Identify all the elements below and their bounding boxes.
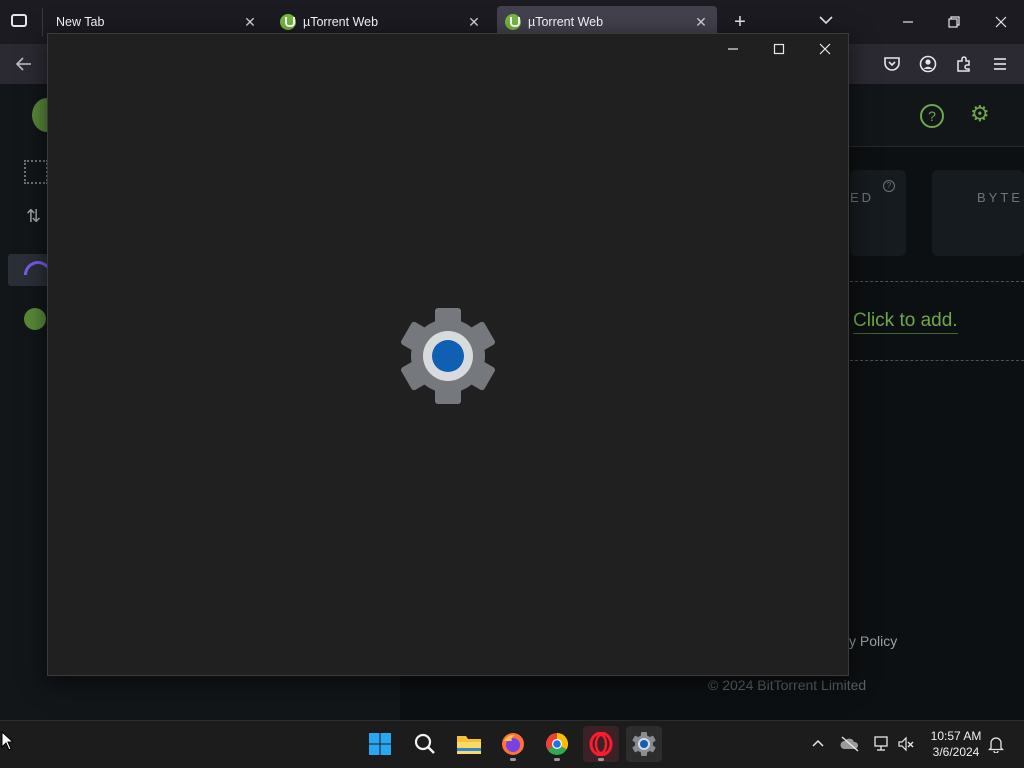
- clock-date: 3/6/2024: [932, 745, 980, 759]
- settings-close-icon[interactable]: [814, 38, 836, 60]
- firefox-icon[interactable]: [495, 726, 531, 762]
- speed-item[interactable]: [8, 254, 52, 286]
- file-explorer-icon[interactable]: [451, 726, 487, 762]
- privacy-policy-link[interactable]: cy Policy: [842, 633, 897, 649]
- menu-icon[interactable]: [990, 54, 1010, 74]
- settings-gear-icon[interactable]: ⚙: [970, 103, 992, 125]
- tab-title: New Tab: [56, 15, 105, 29]
- extensions-icon[interactable]: [954, 54, 974, 74]
- chrome-icon[interactable]: [539, 726, 575, 762]
- list-all-tabs-icon[interactable]: [816, 10, 836, 30]
- notifications-bell-icon[interactable]: [986, 734, 1006, 754]
- tab-list-icon[interactable]: [11, 14, 27, 27]
- tab-close-icon[interactable]: ✕: [240, 12, 260, 32]
- stat-label-bytes: BYTES: [977, 190, 1024, 205]
- tab-separator: [42, 8, 43, 36]
- mouse-cursor-icon: [1, 730, 15, 756]
- start-icon[interactable]: [362, 726, 398, 762]
- tab-close-icon[interactable]: ✕: [691, 12, 711, 32]
- tab-close-icon[interactable]: ✕: [464, 12, 484, 32]
- account-icon[interactable]: [918, 54, 938, 74]
- taskbar-clock[interactable]: 10:57 AM 3/6/2024: [920, 728, 992, 760]
- utorrent-icon[interactable]: [24, 308, 46, 330]
- grid-icon[interactable]: [24, 160, 48, 184]
- settings-minimize-icon[interactable]: [722, 38, 744, 60]
- click-to-add-link[interactable]: Click to add.: [853, 309, 958, 334]
- copyright-text: © 2024 BitTorrent Limited: [708, 677, 867, 693]
- restore-icon[interactable]: [944, 12, 964, 32]
- settings-splash-gear-icon: [401, 308, 495, 404]
- info-icon: ?: [883, 180, 895, 192]
- help-icon[interactable]: ?: [920, 104, 944, 128]
- stat-card-uploaded: [850, 170, 906, 256]
- settings-icon[interactable]: [626, 726, 662, 762]
- show-hidden-icons-chevron-icon[interactable]: [808, 734, 828, 754]
- stat-label-uploaded: ED: [850, 190, 875, 205]
- onedrive-offline-icon[interactable]: [840, 734, 860, 754]
- utorrent-favicon-icon: [280, 14, 296, 30]
- close-window-icon[interactable]: [991, 12, 1011, 32]
- tab-title: µTorrent Web: [528, 15, 604, 29]
- settings-maximize-icon[interactable]: [768, 38, 790, 60]
- tab-title: µTorrent Web: [303, 15, 379, 29]
- utorrent-favicon-icon: [505, 14, 521, 30]
- stat-card-bytes: [932, 170, 1024, 256]
- transfer-icon[interactable]: ⇅: [26, 206, 41, 227]
- drop-zone-bottom-border: [850, 360, 1024, 361]
- back-arrow-icon[interactable]: [14, 54, 34, 74]
- network-icon[interactable]: [871, 734, 891, 754]
- settings-window: [47, 33, 849, 676]
- opera-icon[interactable]: [583, 726, 619, 762]
- new-tab-button[interactable]: +: [730, 10, 750, 34]
- pocket-icon[interactable]: [882, 54, 902, 74]
- clock-time: 10:57 AM: [930, 729, 982, 743]
- drop-zone-top-border: [850, 281, 1024, 282]
- volume-muted-icon[interactable]: [896, 734, 916, 754]
- search-icon[interactable]: [407, 726, 443, 762]
- minimize-icon[interactable]: [898, 12, 918, 32]
